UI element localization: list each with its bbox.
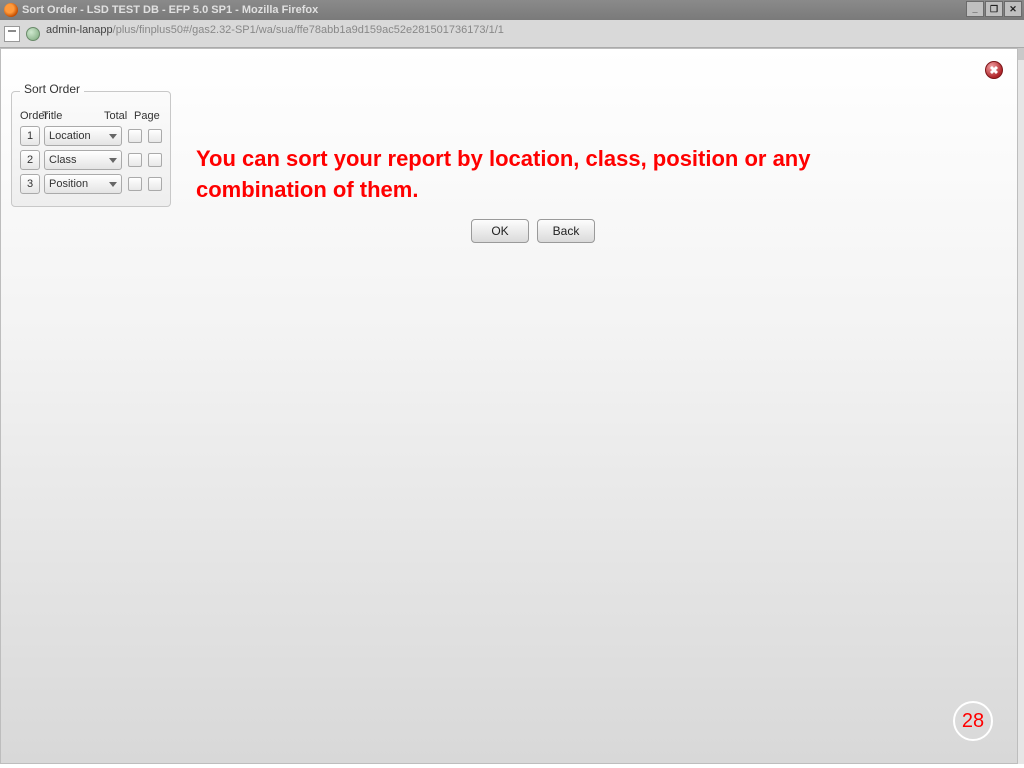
- total-checkbox-2[interactable]: [128, 153, 142, 167]
- header-order: Order: [20, 110, 42, 122]
- chevron-down-icon: [109, 158, 117, 163]
- page-number-badge: 28: [953, 701, 993, 741]
- address-bar: admin-lanapp/plus/finplus50#/gas2.32-SP1…: [0, 20, 1024, 48]
- page-checkbox-1[interactable]: [148, 129, 162, 143]
- page-checkbox-2[interactable]: [148, 153, 162, 167]
- total-checkbox-3[interactable]: [128, 177, 142, 191]
- page-checkbox-3[interactable]: [148, 177, 162, 191]
- order-number: 2: [20, 150, 40, 170]
- order-number: 1: [20, 126, 40, 146]
- vertical-scrollbar[interactable]: [1018, 48, 1024, 764]
- page-viewport: ✖ Sort Order Order Title Total Page 1 Lo…: [0, 48, 1018, 764]
- back-button[interactable]: Back: [537, 219, 595, 243]
- firefox-icon: [4, 3, 18, 17]
- page-icon: [4, 26, 20, 42]
- action-buttons: OK Back: [471, 219, 595, 243]
- order-number: 3: [20, 174, 40, 194]
- window-titlebar: Sort Order - LSD TEST DB - EFP 5.0 SP1 -…: [0, 0, 1024, 20]
- sort-row-1: 1 Location: [20, 126, 162, 146]
- sort-order-panel: Sort Order Order Title Total Page 1 Loca…: [11, 84, 171, 207]
- window-title: Sort Order - LSD TEST DB - EFP 5.0 SP1 -…: [22, 4, 318, 16]
- total-checkbox-1[interactable]: [128, 129, 142, 143]
- close-window-button[interactable]: ✕: [1004, 1, 1022, 17]
- annotation-text: You can sort your report by location, cl…: [196, 144, 826, 206]
- sort-row-2: 2 Class: [20, 150, 162, 170]
- minimize-button[interactable]: _: [966, 1, 984, 17]
- close-icon: ✖: [989, 64, 998, 77]
- globe-icon: [26, 27, 40, 41]
- chevron-down-icon: [109, 134, 117, 139]
- close-page-button[interactable]: ✖: [985, 61, 1003, 79]
- sort-order-legend: Sort Order: [20, 82, 84, 96]
- url-path: /plus/finplus50#/gas2.32-SP1/wa/sua/ffe7…: [113, 24, 504, 36]
- page-number: 28: [962, 710, 984, 733]
- title-value: Location: [49, 130, 91, 142]
- sort-headers: Order Title Total Page: [20, 110, 162, 122]
- title-select-1[interactable]: Location: [44, 126, 122, 146]
- sort-row-3: 3 Position: [20, 174, 162, 194]
- window-controls: _ ❐ ✕: [965, 1, 1022, 17]
- title-value: Position: [49, 178, 88, 190]
- url-host: admin-lanapp: [46, 24, 113, 36]
- ok-button[interactable]: OK: [471, 219, 529, 243]
- scroll-up-icon: [1018, 48, 1024, 60]
- maximize-button[interactable]: ❐: [985, 1, 1003, 17]
- url-field[interactable]: admin-lanapp/plus/finplus50#/gas2.32-SP1…: [46, 24, 1020, 44]
- header-total: Total: [104, 110, 134, 122]
- chevron-down-icon: [109, 182, 117, 187]
- title-select-3[interactable]: Position: [44, 174, 122, 194]
- title-value: Class: [49, 154, 77, 166]
- header-page: Page: [134, 110, 162, 122]
- title-select-2[interactable]: Class: [44, 150, 122, 170]
- header-title: Title: [42, 110, 104, 122]
